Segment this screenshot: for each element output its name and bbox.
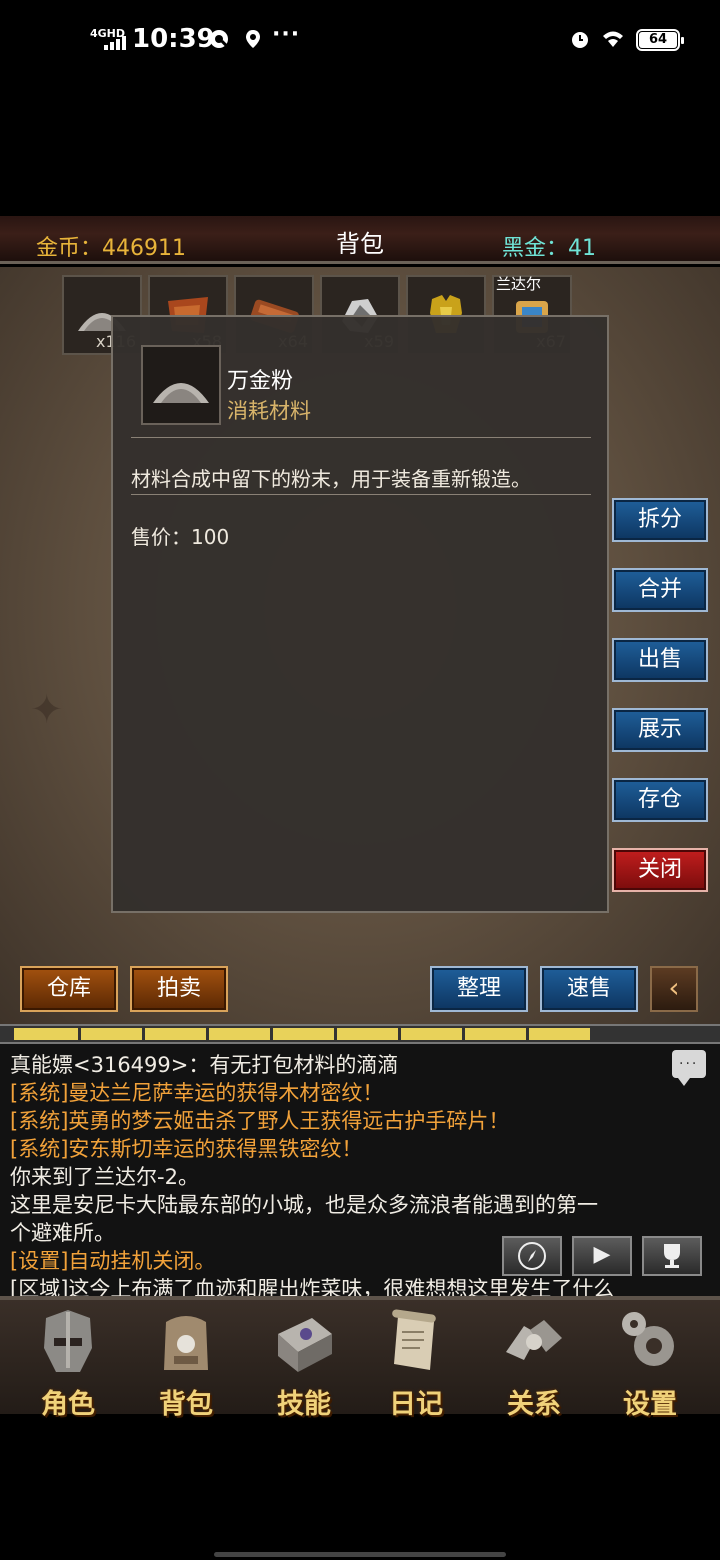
experience-bar (0, 1024, 720, 1044)
sort-button[interactable]: 整理 (430, 966, 528, 1012)
page-title: 背包 (336, 230, 384, 258)
nav-item-skills[interactable]: 技能 (244, 1300, 364, 1420)
chat-message: 真能嫖<316499>：有无打包材料的滴滴 (10, 1053, 399, 1077)
bar-divider (526, 1026, 529, 1042)
close-button[interactable]: 关闭 (612, 848, 708, 892)
collapse-arrow-icon[interactable]: ‹ (650, 966, 698, 1012)
item-price: 售价：100 (131, 525, 230, 549)
nav-label: 关系 (507, 1389, 561, 1420)
nav-item-diary[interactable]: 日记 (356, 1300, 476, 1420)
bar-divider (398, 1026, 401, 1042)
compass-icon[interactable] (502, 1236, 562, 1276)
nav-item-character[interactable]: 角色 (8, 1300, 128, 1420)
merge-button[interactable]: 合并 (612, 568, 708, 612)
chat-message: [区域]这今上布满了血迹和腥出炸菜味，很难想想这里发生了什么 (10, 1277, 615, 1296)
inventory-header: 金币：446911 背包 黑金：41 (0, 216, 720, 264)
divider (131, 494, 591, 495)
chat-message: [系统]安东斯切幸运的获得黑铁密纹！ (10, 1137, 363, 1161)
tooltip-item-icon (141, 345, 221, 425)
bar-divider (334, 1026, 337, 1042)
nav-label: 技能 (277, 1389, 331, 1420)
item-tooltip: 万金粉 消耗材料 材料合成中留下的粉末，用于装备重新锻造。 售价：100 (111, 315, 609, 913)
chat-icon[interactable]: ··· (672, 1050, 706, 1086)
bottom-navigation: 角色 背包 技能 日记 关系 设置 (0, 1296, 720, 1420)
nav-item-settings[interactable]: 设置 (590, 1300, 710, 1420)
nav-label: 角色 (41, 1389, 95, 1420)
powder-icon (153, 383, 209, 403)
nav-item-relations[interactable]: 关系 (474, 1300, 594, 1420)
sell-button[interactable]: 出售 (612, 638, 708, 682)
battery-level: 64 (639, 32, 677, 48)
chat-message: 你来到了兰达尔-2。 (10, 1165, 199, 1189)
item-type: 消耗材料 (227, 399, 311, 423)
chat-message: [系统]英勇的梦云姬击杀了野人王获得远古护手碎片！ (10, 1109, 510, 1133)
item-description: 材料合成中留下的粉末，用于装备重新锻造。 (131, 467, 531, 491)
chat-message: 个避难所。 (10, 1221, 115, 1245)
split-button[interactable]: 拆分 (612, 498, 708, 542)
experience-fill (14, 1028, 590, 1040)
bar-divider (206, 1026, 209, 1042)
bar-divider (142, 1026, 145, 1042)
alarm-icon (572, 32, 588, 48)
divider (131, 437, 591, 438)
bar-divider (270, 1026, 273, 1042)
clock: 10:39 (132, 24, 215, 54)
trophy-icon[interactable] (642, 1236, 702, 1276)
status-bar: 4GHD 10:39 ··· 64 (0, 0, 720, 80)
item-name: 万金粉 (227, 369, 294, 394)
skill-book-icon (278, 1318, 332, 1372)
gears-icon (622, 1312, 674, 1366)
show-button[interactable]: 展示 (612, 708, 708, 752)
wifi-icon (603, 31, 623, 47)
signal-icon (104, 36, 126, 50)
bar-divider (462, 1026, 465, 1042)
backpack-icon (164, 1316, 208, 1370)
chat-message: [设置]自动挂机关闭。 (10, 1249, 216, 1273)
chat-message: [系统]曼达兰尼萨幸运的获得木材密纹！ (10, 1081, 384, 1105)
slot-location-label: 兰达尔 (496, 275, 542, 293)
bar-divider (78, 1026, 81, 1042)
quick-sell-button[interactable]: 速售 (540, 966, 638, 1012)
nav-item-backpack[interactable]: 背包 (126, 1300, 246, 1420)
map-watermark: ✦ (30, 687, 64, 733)
blackgold-counter: 黑金：41 (502, 236, 596, 261)
play-icon[interactable]: ▶ (572, 1236, 632, 1276)
battery-icon: 64 (636, 29, 684, 51)
chat-message: 这里是安尼卡大陆最东部的小城，也是众多流浪者能遇到的第一 (10, 1193, 598, 1217)
nav-label: 日记 (389, 1389, 443, 1420)
bar-divider (590, 1026, 593, 1042)
location-icon (246, 30, 260, 48)
q-app-icon (210, 30, 228, 48)
warehouse-button[interactable]: 仓库 (20, 966, 118, 1012)
home-indicator[interactable] (214, 1552, 506, 1557)
handshake-icon (506, 1320, 562, 1360)
helmet-icon (44, 1310, 92, 1372)
store-button[interactable]: 存仓 (612, 778, 708, 822)
nav-label: 设置 (623, 1389, 677, 1420)
more-notifications-icon: ··· (272, 22, 301, 47)
nav-label: 背包 (159, 1389, 213, 1420)
auction-button[interactable]: 拍卖 (130, 966, 228, 1012)
scroll-diary-icon (392, 1309, 436, 1370)
